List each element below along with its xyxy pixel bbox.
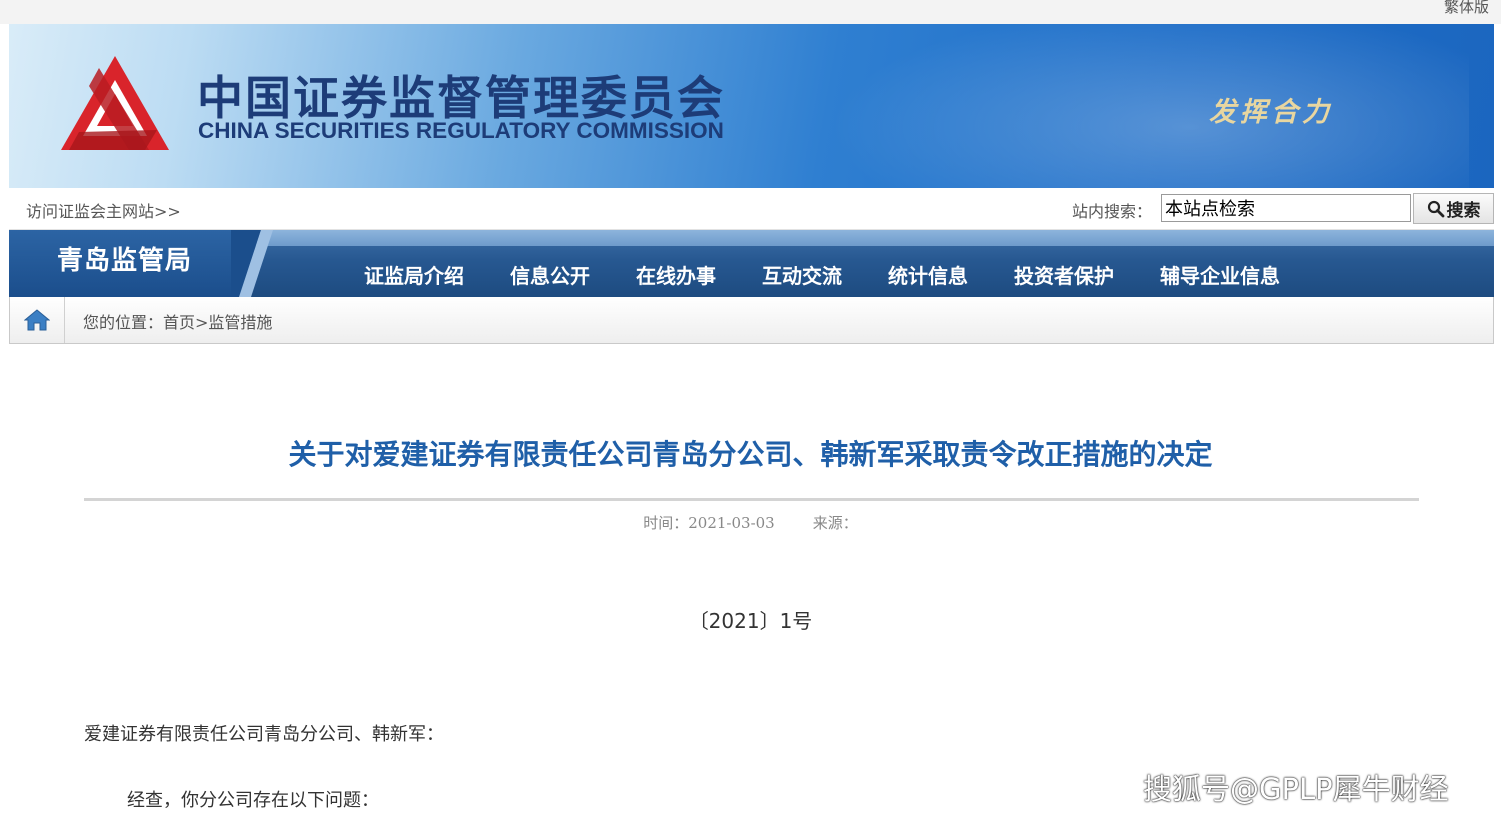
home-button[interactable]: [10, 297, 65, 343]
article-paragraph: 经查，你分公司存在以下问题：: [127, 790, 379, 811]
title-divider: [84, 498, 1419, 501]
nav-item-online-service[interactable]: 在线办事: [636, 260, 716, 289]
watermark: 搜狐号@GPLP犀牛财经: [1143, 772, 1449, 806]
article-meta: 时间：2021-03-03 来源：: [0, 512, 1501, 533]
nav-item-investor-protection[interactable]: 投资者保护: [1014, 260, 1114, 289]
nav-divider-shape: [231, 230, 273, 297]
article-title: 关于对爱建证券有限责任公司青岛分公司、韩新军采取责令改正措施的决定: [288, 438, 1213, 471]
nav-item-intro[interactable]: 证监局介绍: [364, 260, 464, 289]
article-source: 来源：: [812, 514, 858, 532]
nav-item-interaction[interactable]: 互动交流: [762, 260, 842, 289]
main-nav: 青岛监管局 证监局介绍 信息公开 在线办事 互动交流 统计信息 投资者保护 辅导…: [9, 230, 1494, 297]
search-input[interactable]: [1161, 194, 1411, 222]
search-button-label: 搜索: [1446, 201, 1481, 221]
home-icon: [24, 309, 50, 331]
breadcrumb: 您的位置：首页>监管措施: [9, 297, 1494, 344]
nav-item-statistics[interactable]: 统计信息: [888, 260, 968, 289]
main-site-link[interactable]: 访问证监会主网站>>: [26, 198, 181, 222]
breadcrumb-text: 您的位置：首页>监管措施: [83, 313, 273, 332]
search-button[interactable]: 搜索: [1413, 193, 1494, 224]
publish-time: 时间：2021-03-03: [643, 514, 775, 532]
nav-item-tutoring-info[interactable]: 辅导企业信息: [1160, 260, 1280, 289]
document-number: 〔2021〕1号: [688, 609, 813, 633]
org-name-en: CHINA SECURITIES REGULATORY COMMISSION: [198, 118, 724, 143]
search-row: 访问证监会主网站>> 站内搜索： 搜索: [9, 188, 1494, 230]
salutation: 爱建证券有限责任公司青岛分公司、韩新军：: [84, 724, 444, 745]
site-banner: 中国证券监督管理委员会 CHINA SECURITIES REGULATORY …: [9, 24, 1494, 188]
search-label: 站内搜索：: [1072, 202, 1153, 221]
nav-menu: 证监局介绍 信息公开 在线办事 互动交流 统计信息 投资者保护 辅导企业信息: [364, 260, 1326, 289]
traditional-chinese-link[interactable]: 繁体版: [1444, 0, 1489, 17]
slogan: 发挥合力: [1209, 97, 1333, 128]
csrc-logo-icon[interactable]: [59, 54, 171, 154]
banner-highlight: [769, 24, 1469, 188]
nav-item-disclosure[interactable]: 信息公开: [510, 260, 590, 289]
search-icon: [1427, 200, 1444, 217]
bureau-name[interactable]: 青岛监管局: [57, 240, 192, 277]
top-strip: 繁体版: [0, 0, 1501, 24]
